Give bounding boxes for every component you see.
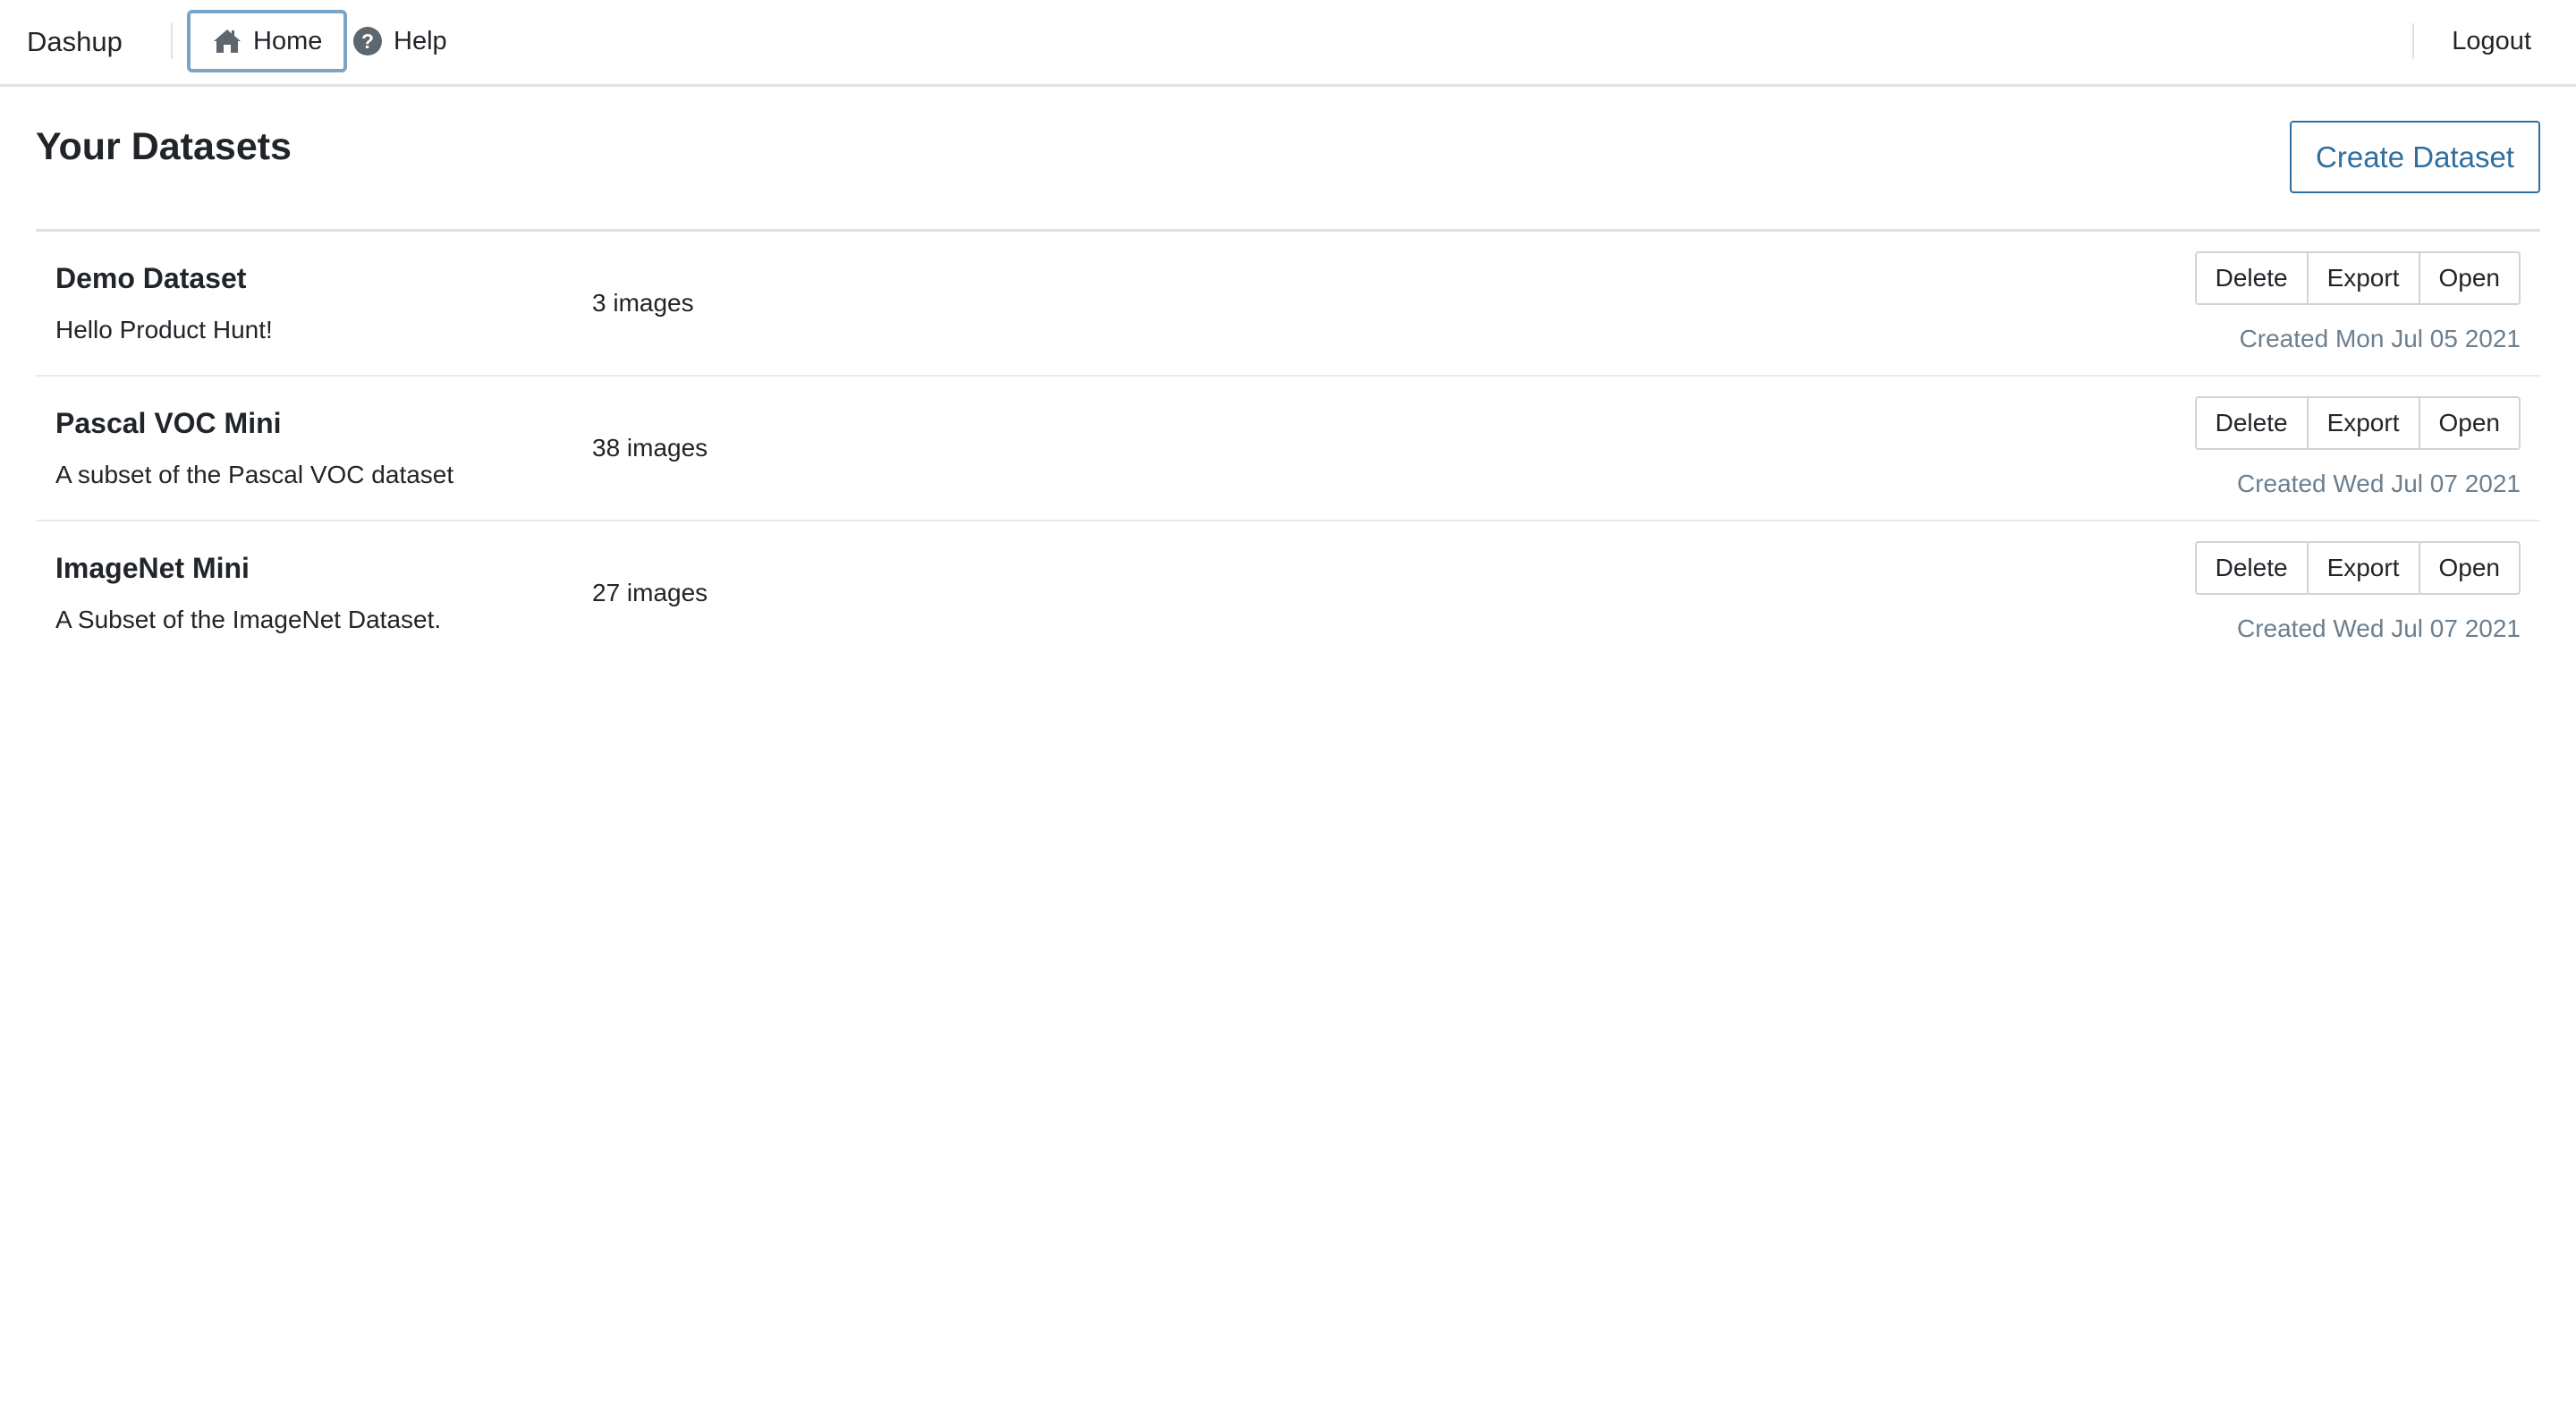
dataset-name: ImageNet Mini (55, 552, 250, 584)
top-navbar: Dashup Home ? Help Logout (0, 0, 2576, 87)
dataset-created-date: Created Wed Jul 07 2021 (2236, 470, 2521, 497)
dataset-description: Hello Product Hunt! (55, 316, 273, 343)
dataset-created-date: Created Wed Jul 07 2021 (2236, 615, 2521, 642)
delete-button[interactable]: Delete (2194, 396, 2309, 450)
open-button[interactable]: Open (2418, 541, 2521, 595)
svg-text:?: ? (361, 30, 374, 53)
delete-button[interactable]: Delete (2194, 541, 2309, 595)
nav-home-label: Home (253, 26, 323, 55)
dataset-row: ImageNet Mini A Subset of the ImageNet D… (36, 521, 2540, 666)
dataset-row: Demo Dataset Hello Product Hunt! 3 image… (36, 232, 2540, 377)
export-button[interactable]: Export (2306, 251, 2420, 305)
nav-divider-right (2412, 23, 2414, 59)
dataset-list: Demo Dataset Hello Product Hunt! 3 image… (36, 229, 2540, 666)
help-icon: ? (352, 26, 383, 56)
create-dataset-button[interactable]: Create Dataset (2290, 121, 2540, 193)
dataset-actions: Delete Export Open (2194, 541, 2521, 595)
dataset-actions: Delete Export Open (2194, 396, 2521, 450)
page-title: Your Datasets (36, 125, 292, 168)
dataset-image-count: 38 images (592, 434, 708, 462)
dataset-image-count: 3 images (592, 289, 694, 317)
logout-link[interactable]: Logout (2452, 10, 2531, 72)
dataset-actions: Delete Export Open (2194, 251, 2521, 305)
export-button[interactable]: Export (2306, 396, 2420, 450)
dataset-image-count: 27 images (592, 579, 708, 606)
dataset-description: A Subset of the ImageNet Dataset. (55, 606, 442, 633)
open-button[interactable]: Open (2418, 251, 2521, 305)
dataset-name: Pascal VOC Mini (55, 407, 282, 439)
nav-help-label: Help (394, 26, 447, 55)
nav-home[interactable]: Home (187, 10, 348, 72)
brand-logo[interactable]: Dashup (27, 0, 123, 84)
dataset-name: Demo Dataset (55, 262, 247, 294)
export-button[interactable]: Export (2306, 541, 2420, 595)
dataset-created-date: Created Mon Jul 05 2021 (2239, 325, 2521, 352)
nav-help[interactable]: ? Help (333, 10, 469, 72)
dataset-description: A subset of the Pascal VOC dataset (55, 461, 454, 488)
open-button[interactable]: Open (2418, 396, 2521, 450)
delete-button[interactable]: Delete (2194, 251, 2309, 305)
dataset-row: Pascal VOC Mini A subset of the Pascal V… (36, 377, 2540, 521)
home-icon (212, 28, 242, 55)
nav-divider (171, 23, 173, 59)
